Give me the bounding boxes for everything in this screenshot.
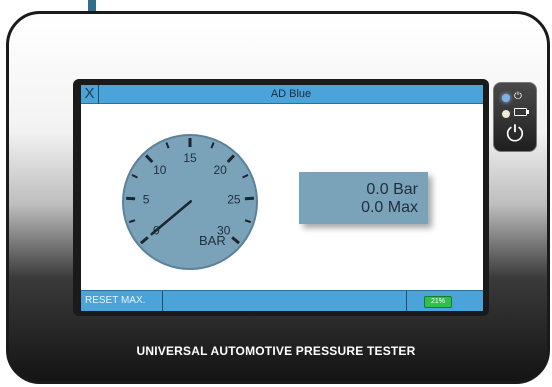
battery-icon — [514, 108, 529, 116]
power-icon: ⏻ — [514, 91, 522, 102]
battery-level-badge: 21% — [424, 296, 452, 308]
current-pressure-value: 0.0 Bar — [366, 181, 418, 198]
side-control-panel: ⏻ ⏻ — [493, 82, 537, 152]
screen: X AD Blue 0 5 10 15 20 25 30 BAR 0.0 Bar… — [81, 85, 483, 311]
battery-led-indicator — [502, 110, 510, 118]
gauge-tick-mark — [244, 196, 254, 201]
power-led-indicator — [502, 94, 510, 102]
gauge-unit-label: BAR — [199, 233, 226, 248]
pressure-readout-box: 0.0 Bar 0.0 Max — [299, 172, 428, 224]
close-button[interactable]: X — [81, 85, 99, 104]
title-bar: X AD Blue — [81, 85, 483, 104]
gauge-tick-label-5: 5 — [143, 192, 150, 206]
gauge-tick-label-15: 15 — [183, 151, 197, 165]
pressure-gauge: 0 5 10 15 20 25 30 BAR — [122, 134, 258, 270]
power-button[interactable]: ⏻ — [503, 123, 527, 147]
reset-max-button[interactable]: RESET MAX. — [81, 291, 163, 311]
gauge-tick-mark — [126, 196, 136, 201]
screen-title: AD Blue — [270, 88, 312, 100]
bottom-bar: RESET MAX. 21% — [81, 290, 483, 311]
device-label: UNIVERSAL AUTOMOTIVE PRESSURE TESTER — [136, 344, 416, 358]
gauge-tick-label-20: 20 — [214, 163, 228, 177]
gauge-tick-label-10: 10 — [153, 163, 167, 177]
bottom-bar-divider — [406, 291, 407, 311]
gauge-tick-label-25: 25 — [227, 192, 241, 206]
max-pressure-value: 0.0 Max — [361, 199, 418, 216]
